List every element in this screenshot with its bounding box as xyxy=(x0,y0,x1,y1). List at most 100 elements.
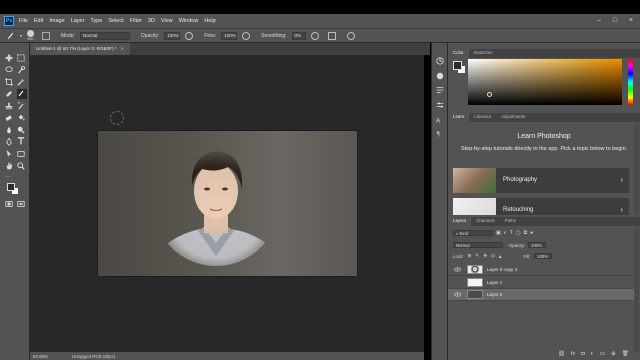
fill-field[interactable]: 100% xyxy=(534,253,553,259)
layer-row[interactable]: Layer 0 copy 3 xyxy=(448,264,634,276)
tab-learn[interactable]: Learn xyxy=(448,113,470,122)
paint-bucket-tool-icon[interactable] xyxy=(17,114,25,122)
learn-card-retouching[interactable]: Retouching › xyxy=(453,198,629,215)
layer-name[interactable]: Layer 0 xyxy=(487,292,502,297)
document-tab[interactable]: Untitled-1 @ 60.7% (Layer 0, RGB/8*) * × xyxy=(30,43,130,55)
menu-type[interactable]: Type xyxy=(90,18,102,24)
paragraph-style-icon[interactable]: ¶ xyxy=(436,129,444,137)
visibility-eye-icon[interactable] xyxy=(454,292,461,297)
blur-tool-icon[interactable] xyxy=(5,126,13,134)
lock-artboard-icon[interactable]: ⊡ xyxy=(491,253,495,259)
tab-libraries[interactable]: Libraries xyxy=(469,113,496,122)
menu-help[interactable]: Help xyxy=(204,18,215,24)
eyedropper-tool-icon[interactable] xyxy=(17,78,25,86)
brush-size-picker[interactable]: 900 xyxy=(27,30,35,41)
move-tool-icon[interactable] xyxy=(5,54,13,62)
flow-field[interactable]: 100% xyxy=(221,31,238,40)
brush-tool-preset-icon[interactable] xyxy=(6,31,15,40)
visibility-eye-icon[interactable] xyxy=(454,267,461,272)
dropdown-arrow-icon[interactable]: ▾ xyxy=(20,33,22,38)
lock-all-icon[interactable]: 🔒︎ xyxy=(499,254,501,259)
menu-window[interactable]: Window xyxy=(179,18,199,24)
visibility-off-placeholder[interactable] xyxy=(454,280,461,285)
hand-tool-icon[interactable] xyxy=(5,162,13,170)
brush-tool-icon[interactable] xyxy=(17,89,27,99)
new-layer-icon[interactable]: ⊕ xyxy=(611,351,616,357)
hue-slider[interactable] xyxy=(628,59,633,105)
layer-row[interactable]: Layer 1 xyxy=(448,277,634,289)
filter-pixel-icon[interactable]: ▣ xyxy=(496,230,501,236)
brush-settings-icon[interactable] xyxy=(42,31,51,40)
menu-view[interactable]: View xyxy=(161,18,173,24)
layer-opacity-field[interactable]: 100% xyxy=(528,242,547,248)
clone-stamp-tool-icon[interactable] xyxy=(5,102,13,110)
mask-icon[interactable]: ◘ xyxy=(581,351,584,357)
layer-name[interactable]: Layer 0 copy 3 xyxy=(487,267,517,272)
filter-adjustment-icon[interactable]: ◐ xyxy=(504,230,507,236)
maximize-icon[interactable]: □ xyxy=(610,16,620,26)
pen-tool-icon[interactable] xyxy=(5,138,13,146)
rectangle-tool-icon[interactable] xyxy=(17,150,25,158)
fx-icon[interactable]: fx xyxy=(571,351,575,357)
group-icon[interactable]: ▭ xyxy=(600,351,605,357)
minimize-icon[interactable]: – xyxy=(594,16,604,26)
dodge-tool-icon[interactable] xyxy=(17,126,25,134)
screen-mode-icon[interactable] xyxy=(17,200,25,208)
foreground-background-swatches[interactable] xyxy=(7,183,19,195)
symmetry-icon[interactable] xyxy=(346,31,355,40)
learn-card-photography[interactable]: Photography › xyxy=(453,168,629,193)
quick-mask-icon[interactable] xyxy=(5,200,13,208)
menu-edit[interactable]: Edit xyxy=(34,18,43,24)
crop-tool-icon[interactable] xyxy=(5,78,13,86)
tab-paths[interactable]: Paths xyxy=(500,217,521,226)
filter-smart-object-icon[interactable]: ⧉ xyxy=(524,230,528,236)
color-picker-field[interactable] xyxy=(468,59,622,105)
trash-icon[interactable]: 🗑︎ xyxy=(622,351,629,357)
lock-brush-icon[interactable]: ✎ xyxy=(475,253,479,259)
layers-panel-scrollbar[interactable] xyxy=(634,227,639,352)
history-panel-icon[interactable] xyxy=(436,57,444,65)
menu-3d[interactable]: 3D xyxy=(148,18,155,24)
color-panel-swatches[interactable] xyxy=(453,61,467,75)
lock-move-icon[interactable]: ✥ xyxy=(483,253,487,259)
marquee-tool-icon[interactable] xyxy=(17,54,25,62)
properties-panel-icon[interactable] xyxy=(436,101,444,109)
color-panel-foreground-swatch[interactable] xyxy=(453,61,462,70)
lock-transparent-icon[interactable]: ⊞ xyxy=(468,253,472,259)
foreground-color-swatch[interactable] xyxy=(7,183,15,191)
menu-select[interactable]: Select xyxy=(108,18,123,24)
smoothing-field[interactable]: 0% xyxy=(291,31,306,40)
filter-shape-icon[interactable]: ▢ xyxy=(516,230,521,236)
color-panel-icon[interactable] xyxy=(436,72,444,80)
quick-selection-tool-icon[interactable] xyxy=(17,66,25,74)
tab-swatches[interactable]: Swatches xyxy=(469,49,498,58)
pressure-size-icon[interactable] xyxy=(327,31,336,40)
lasso-tool-icon[interactable] xyxy=(5,66,13,74)
eraser-tool-icon[interactable] xyxy=(5,114,13,122)
menu-layer[interactable]: Layer xyxy=(71,18,85,24)
adjustment-icon[interactable]: ◐ xyxy=(591,351,594,357)
airbrush-icon[interactable] xyxy=(242,31,251,40)
menu-filter[interactable]: Filter xyxy=(130,18,142,24)
menu-image[interactable]: Image xyxy=(49,18,64,24)
pressure-opacity-icon[interactable] xyxy=(185,31,194,40)
color-picker-marker[interactable] xyxy=(487,92,492,97)
tab-layers[interactable]: Layers xyxy=(448,217,472,226)
close-window-icon[interactable]: × xyxy=(626,16,636,26)
character-panel-icon[interactable]: A xyxy=(436,116,444,124)
tab-color[interactable]: Color xyxy=(448,49,469,58)
tab-adjustments[interactable]: Adjustments xyxy=(496,113,530,122)
zoom-tool-icon[interactable] xyxy=(17,162,25,170)
filter-toggle-icon[interactable]: ● xyxy=(530,230,533,236)
blend-mode-select[interactable]: Normal xyxy=(453,242,503,248)
learn-panel-scrollbar[interactable] xyxy=(634,123,639,215)
canvas-workspace[interactable] xyxy=(30,55,424,352)
document-canvas[interactable] xyxy=(98,131,357,276)
layer-name[interactable]: Layer 1 xyxy=(487,280,502,285)
filter-type-icon[interactable]: T xyxy=(510,230,513,236)
path-selection-tool-icon[interactable] xyxy=(5,150,13,158)
tab-channels[interactable]: Channels xyxy=(471,217,500,226)
healing-brush-tool-icon[interactable] xyxy=(5,90,13,98)
link-icon[interactable]: ⛓ xyxy=(558,351,565,357)
smoothing-options-gear-icon[interactable] xyxy=(310,31,319,40)
